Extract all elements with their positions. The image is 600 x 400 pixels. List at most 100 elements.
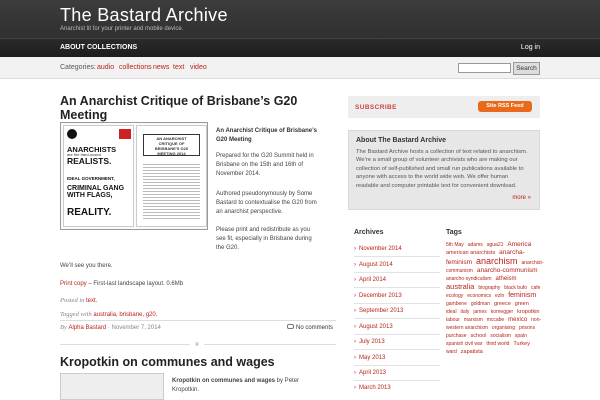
pamphlet-cover-page: AN ANARCHIST CRITIQUE OF BRISBANE'S G20 … [136,125,207,227]
tag-link[interactable]: purchase [446,333,467,339]
tag-link[interactable]: james [473,309,486,315]
tag-link[interactable]: black bufo [504,285,527,291]
tag-link[interactable]: mccabe [487,317,505,323]
category-audio[interactable]: audio [97,64,114,71]
archive-link[interactable]: December 2013 [354,293,440,299]
archive-divider [354,380,440,381]
category-video[interactable]: video [190,64,207,71]
tag-link[interactable]: spanish civil war [446,341,482,347]
tag-link[interactable]: greece [494,301,511,307]
post-thumbnail[interactable] [60,373,164,400]
archive-link[interactable]: May 2013 [354,355,440,361]
post-tags-links[interactable]: australia, brisbane, g20. [93,312,157,318]
author-link[interactable]: Alpha Bastard [68,325,106,331]
by-label: By [60,324,67,331]
tag-link[interactable]: spain [515,333,527,339]
archive-link[interactable]: March 2013 [354,385,440,391]
rss-label: Site RSS Feed [486,103,524,109]
site-tagline: Anarchist lit for your printer and mobil… [60,26,184,32]
archive-link[interactable]: September 2013 [354,308,440,314]
tag-link[interactable]: green [515,301,529,307]
archive-divider [354,256,440,257]
pamphlet-back-page: ANARCHISTS are the hard-nosed REALISTS. … [63,125,134,227]
tag-link[interactable]: Turkey [513,341,530,347]
comment-bubble-icon [287,324,294,329]
login-link[interactable]: Log in [521,44,540,51]
post-paragraph: Prepared for the G20 Summit held in Bris… [216,153,314,177]
tag-link[interactable]: school [471,333,487,339]
tag-link[interactable]: ideal [446,309,457,315]
tag-link[interactable]: anarcho-communism [477,267,538,274]
tag-link[interactable]: cafe [531,285,540,291]
archive-link[interactable]: April 2014 [354,277,440,283]
print-copy-link[interactable]: Print copy [60,281,87,287]
tag-link[interactable]: gambene [446,301,467,307]
archive-divider [354,287,440,288]
archive-link[interactable]: August 2013 [354,324,440,330]
post-intro-by: by Peter [275,378,300,384]
tag-link[interactable]: adams [468,242,483,248]
tag-link[interactable]: anarchism [476,256,518,266]
tag-link[interactable]: ward [446,349,457,355]
print-copy-line: Print copy – First-last landscape layout… [60,280,320,289]
post-title[interactable]: Kropotkin on communes and wages [60,355,340,369]
rss-feed-button[interactable]: Site RSS Feed [478,101,532,112]
print-copy-desc: – First-last landscape layout. 0.6Mb [86,281,184,287]
site-title[interactable]: The Bastard Archive [60,5,228,26]
pamphlet-image[interactable]: ANARCHISTS are the hard-nosed REALISTS. … [60,122,208,230]
anarchy-logo-icon [67,129,77,139]
tag-cloud: 5th May adams agua21 America american an… [446,241,544,356]
archive-link[interactable]: August 2014 [354,262,440,268]
posted-in: Posted in text. [60,297,97,304]
tag-link[interactable]: marxism [464,317,483,323]
category-text[interactable]: text [173,64,184,71]
post-paragraph: We’ll see you there. [60,263,113,269]
tag-link[interactable]: third world [486,341,509,347]
comments-link[interactable]: No comments [287,324,333,331]
tag-link[interactable]: italy [461,309,470,315]
comments-count[interactable]: No comments [296,325,333,331]
posted-category-link[interactable]: text. [86,298,97,304]
tag-link[interactable]: economics [467,293,491,299]
tag-link[interactable]: goldman [471,301,490,307]
tag-link[interactable]: 5th May [446,242,464,248]
tag-link[interactable]: mexico [508,317,527,323]
with-flags-heading: WITH FLAGS, [67,192,113,199]
archive-link[interactable]: April 2013 [354,370,440,376]
more-link[interactable]: more » [512,195,531,201]
post-date: · November 7, 2014 [106,325,161,331]
nav-about[interactable]: ABOUT [60,44,85,51]
tag-link[interactable]: ezln [495,293,504,299]
cover-line: MEETING 2014 [157,151,186,156]
tag-link[interactable]: australia [446,282,474,291]
nav-collections[interactable]: COLLECTIONS [87,44,137,51]
tag-link[interactable]: ecology [446,293,463,299]
archive-link[interactable]: July 2013 [354,339,440,345]
archive-divider [354,318,440,319]
tag-link[interactable]: labour [446,317,460,323]
red-logo-icon [119,129,131,139]
tag-link[interactable]: agua21 [487,242,504,248]
archive-divider [354,334,440,335]
tag-link[interactable]: prisons [519,325,535,331]
tag-link[interactable]: America [507,241,531,248]
tag-link[interactable]: organising [492,325,515,331]
tag-link[interactable]: zapatista [461,349,483,355]
tag-link[interactable]: kornegger [491,309,514,315]
tag-link[interactable]: atheism [496,276,517,282]
archive-divider [354,349,440,350]
post-title[interactable]: An Anarchist Critique of Brisbane’s G20 … [60,94,330,122]
archive-link[interactable]: November 2014 [354,246,440,252]
category-collections[interactable]: collections [119,64,152,71]
post-byline: By Alpha Bastard · November 7, 2014 [60,324,161,331]
search-button[interactable]: Search [513,62,540,75]
tag-link[interactable]: feminism [508,292,536,299]
tag-link[interactable]: kropotkin [517,309,539,315]
tag-link[interactable]: socialism [490,333,511,339]
tag-link[interactable]: biography [478,285,500,291]
category-news[interactable]: news [153,64,169,71]
post-intro-author: Kropotkin. [172,387,200,393]
divider-ornament-icon: ❦ [190,341,204,348]
realists-heading: REALISTS. [67,156,112,166]
search-input[interactable] [458,63,511,73]
